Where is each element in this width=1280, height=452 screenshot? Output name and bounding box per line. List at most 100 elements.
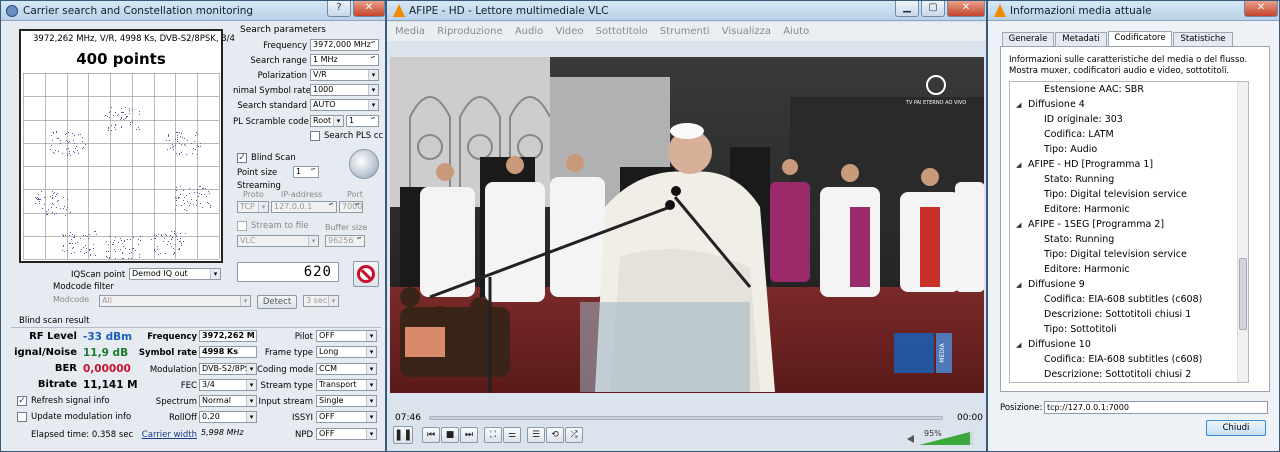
video-area[interactable]: TV PAI ETERNO AO VIVO MEDIA: [390, 57, 984, 393]
proto-select[interactable]: TCP: [237, 201, 269, 213]
menu-aiuto[interactable]: Aiuto: [783, 26, 809, 37]
stop-button[interactable]: [353, 261, 379, 287]
pl-scramble-number[interactable]: 1: [346, 115, 379, 127]
min-symbol-rate-select[interactable]: 1000: [310, 84, 379, 96]
tab-generale[interactable]: Generale: [1002, 32, 1054, 46]
stop-playback-button[interactable]: ■: [441, 427, 459, 443]
search-pls-checkbox[interactable]: [310, 131, 320, 141]
constellation-point: [84, 235, 86, 237]
maximize-button[interactable]: ▢: [921, 1, 945, 17]
menu-media[interactable]: Media: [395, 26, 425, 37]
close-button[interactable]: ✕: [353, 1, 385, 17]
refresh-signal-checkbox[interactable]: ✓: [17, 396, 27, 406]
search-range-input[interactable]: 1 MHz: [310, 54, 379, 66]
constellation-point: [78, 152, 80, 154]
constellation-point: [114, 258, 116, 259]
constellation-point: [140, 240, 142, 242]
ber-label: BER: [54, 363, 77, 374]
point-size-label: Point size: [237, 168, 278, 178]
npd-select[interactable]: OFF: [316, 428, 377, 440]
menu-sottotitolo[interactable]: Sottotitolo: [596, 26, 648, 37]
constellation-point: [135, 129, 137, 131]
tree-item: Editore: Harmonic: [1044, 204, 1130, 215]
constellation-point: [177, 136, 179, 138]
player-select[interactable]: VLC: [237, 235, 319, 247]
result-symbol-rate-label: Symbol rate: [138, 348, 197, 358]
plot-header: 3972,262 MHz, V/R, 4998 Ks, DVB-S2/8PSK,…: [33, 34, 235, 44]
tab-statistiche[interactable]: Statistiche: [1173, 32, 1233, 46]
blind-scan-checkbox[interactable]: ✓: [237, 153, 247, 163]
search-standard-select[interactable]: AUTO: [310, 99, 379, 111]
stream-type-select[interactable]: Transport: [316, 379, 377, 391]
info-close-button[interactable]: ✕: [1244, 1, 1278, 17]
stream-to-file-checkbox[interactable]: [237, 221, 247, 231]
polarization-select[interactable]: V/R: [310, 69, 379, 81]
media-info-window: Informazioni media attuale ✕ Generale Me…: [987, 0, 1280, 452]
volume-slider[interactable]: [919, 431, 973, 445]
next-button[interactable]: ⏭: [460, 427, 478, 443]
pilot-select[interactable]: OFF: [316, 330, 377, 342]
constellation-point: [62, 153, 64, 155]
constellation-point: [186, 140, 188, 142]
constellation-point: [42, 208, 44, 210]
time-total: 00:00: [957, 413, 983, 423]
fullscreen-button[interactable]: ⛶: [484, 427, 502, 443]
extended-settings-button[interactable]: ⚌: [503, 427, 521, 443]
constellation-point: [190, 202, 192, 204]
fec-select[interactable]: 3/4: [199, 379, 257, 391]
seek-bar[interactable]: [429, 416, 943, 420]
constellation-point: [175, 204, 177, 206]
info-cone-icon: [994, 4, 1006, 17]
expand-arrow-icon[interactable]: ◢: [1016, 161, 1021, 169]
menu-strumenti[interactable]: Strumenti: [660, 26, 710, 37]
spectrum-select[interactable]: Normal: [199, 395, 257, 407]
menu-video[interactable]: Video: [555, 26, 583, 37]
modulation-select[interactable]: DVB-S2/8PS: [199, 363, 257, 375]
expand-arrow-icon[interactable]: ◢: [1016, 221, 1021, 229]
help-button[interactable]: ?: [327, 1, 351, 17]
position-input[interactable]: tcp://127.0.0.1:7000: [1044, 401, 1268, 414]
modcode-select[interactable]: All: [99, 295, 251, 307]
iqscan-select[interactable]: Demod IQ out: [129, 268, 221, 280]
playlist-button[interactable]: ☰: [527, 427, 545, 443]
constellation-point: [66, 249, 68, 251]
issyi-select[interactable]: OFF: [316, 411, 377, 423]
tree-scrollbar[interactable]: [1237, 82, 1248, 382]
tab-metadati[interactable]: Metadati: [1055, 32, 1107, 46]
constellation-point: [179, 193, 181, 195]
update-modulation-checkbox[interactable]: [17, 412, 27, 422]
menu-riproduzione[interactable]: Riproduzione: [437, 26, 502, 37]
constellation-point: [168, 136, 170, 138]
buffer-size-input[interactable]: 96256: [325, 235, 365, 247]
coding-mode-select[interactable]: CCM: [316, 363, 377, 375]
bitrate-label: Bitrate: [37, 379, 77, 390]
chiudi-button[interactable]: Chiudi: [1206, 420, 1266, 436]
play-pause-button[interactable]: ❚❚: [393, 426, 413, 444]
detect-interval-select[interactable]: 3 sec: [303, 295, 339, 307]
rolloff-select[interactable]: 0.20: [199, 411, 257, 423]
minimize-button[interactable]: ▁: [895, 1, 919, 17]
pl-scramble-select[interactable]: Root: [310, 115, 344, 127]
tree-item: AFIPE - 1SEG [Programma 2]: [1028, 219, 1165, 230]
frame-type-select[interactable]: Long: [316, 346, 377, 358]
previous-button[interactable]: ⏮: [422, 427, 440, 443]
vlc-close-button[interactable]: ✕: [947, 1, 985, 17]
port-input[interactable]: 7000: [339, 201, 363, 213]
expand-arrow-icon[interactable]: ◢: [1016, 281, 1021, 289]
constellation-point: [51, 139, 53, 141]
constellation-point: [50, 149, 52, 151]
input-stream-select[interactable]: Single: [316, 395, 377, 407]
point-size-input[interactable]: 1: [293, 166, 319, 178]
menu-visualizza[interactable]: Visualizza: [722, 26, 771, 37]
constellation-point: [179, 232, 181, 234]
expand-arrow-icon[interactable]: ◢: [1016, 101, 1021, 109]
shuffle-button[interactable]: ⤮: [565, 427, 583, 443]
speaker-icon[interactable]: [907, 435, 914, 443]
frequency-input[interactable]: 3972,000 MHz: [310, 39, 379, 51]
detect-button[interactable]: Detect: [257, 295, 297, 309]
ip-address-input[interactable]: 127.0.0.1: [271, 201, 337, 213]
loop-button[interactable]: ⟲: [546, 427, 564, 443]
menu-audio[interactable]: Audio: [515, 26, 543, 37]
expand-arrow-icon[interactable]: ◢: [1016, 341, 1021, 349]
tab-codificatore[interactable]: Codificatore: [1108, 31, 1172, 46]
